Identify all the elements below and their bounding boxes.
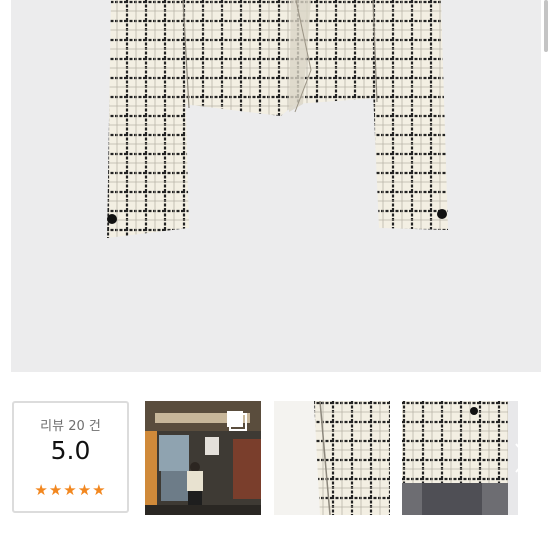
review-summary-card[interactable]: 리뷰 20 건 5.0 ★★★★★ — [12, 401, 129, 513]
review-photo-3[interactable] — [402, 401, 518, 515]
multi-image-icon — [227, 411, 247, 431]
review-photo-2[interactable] — [274, 401, 390, 515]
product-main-image[interactable] — [11, 0, 541, 372]
review-photo-1[interactable] — [145, 401, 261, 515]
scrollbar[interactable] — [544, 0, 548, 52]
review-count: 리뷰 20 건 — [40, 419, 101, 434]
review-score: 5.0 — [50, 436, 91, 465]
star-rating: ★★★★★ — [34, 481, 107, 499]
chevron-right-icon[interactable] — [508, 436, 536, 480]
tweed-jacket-illustration — [107, 0, 448, 238]
